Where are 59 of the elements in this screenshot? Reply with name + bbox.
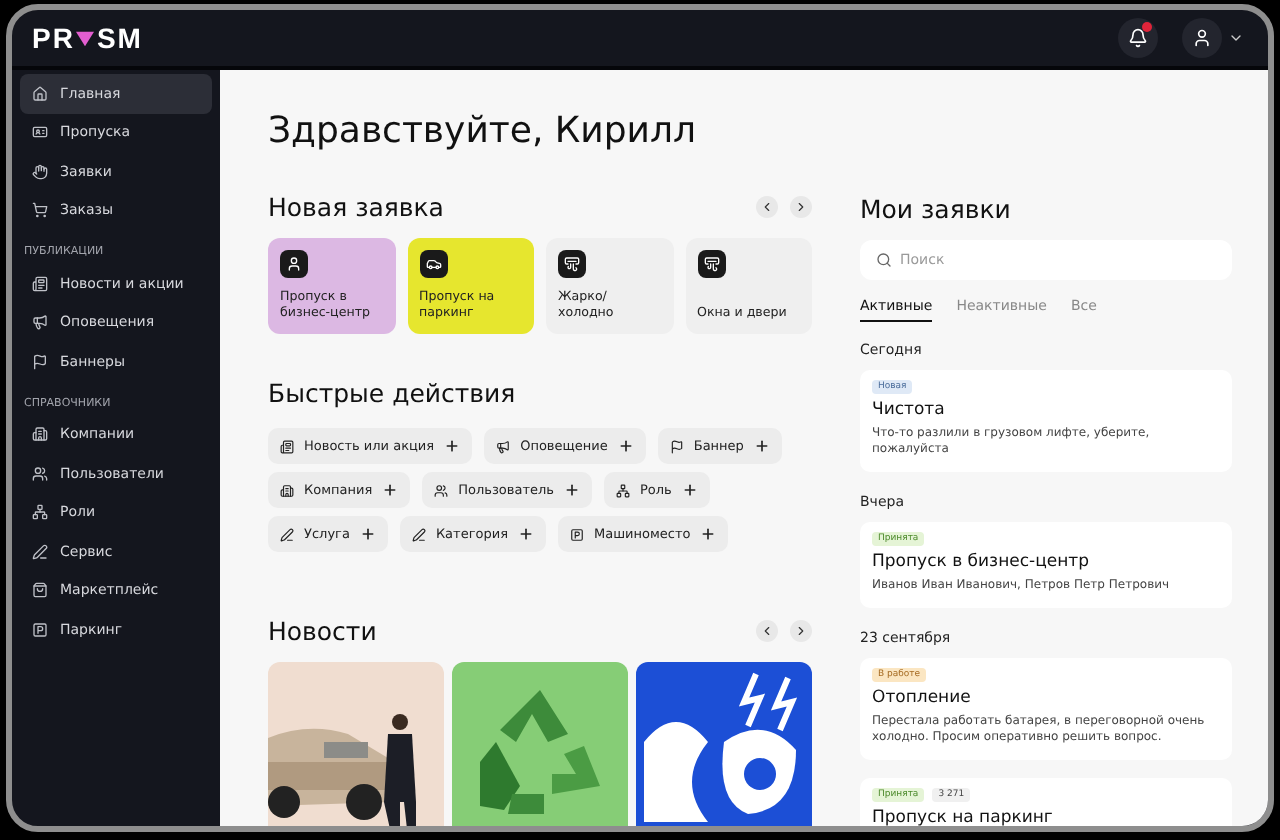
- chevron-right-icon: [794, 200, 808, 214]
- users-icon: [32, 465, 48, 482]
- plus-icon: [700, 526, 717, 542]
- request-title: Отопление: [872, 688, 973, 709]
- greeting: Здравствуйте, Кирилл: [268, 110, 699, 152]
- building-icon: [32, 426, 48, 443]
- cart-icon: [32, 202, 48, 219]
- notifications-button[interactable]: [1118, 18, 1158, 58]
- newspaper-icon: [280, 439, 294, 453]
- pen-icon: [411, 527, 426, 541]
- chevron-left-icon: [760, 624, 774, 638]
- hierarchy-icon: [32, 504, 48, 521]
- plus-icon: [753, 438, 770, 454]
- vent-icon: [703, 256, 719, 272]
- users-icon: [434, 483, 449, 497]
- plus-icon: [517, 526, 534, 542]
- request-title: Чистота: [872, 400, 947, 420]
- plus-icon: [359, 526, 376, 542]
- building-icon: [280, 483, 294, 497]
- search-icon: [876, 252, 892, 268]
- plus-icon: [382, 482, 399, 498]
- section-title: Новая заявка: [268, 192, 444, 222]
- megaphone-icon: [496, 439, 511, 453]
- flag-icon: [669, 439, 684, 453]
- request-title: Пропуск в бизнес-центр: [872, 552, 1092, 573]
- plus-icon: [617, 438, 634, 454]
- previous-button[interactable]: [756, 620, 778, 642]
- previous-button[interactable]: [756, 196, 778, 218]
- parking-icon: [569, 527, 584, 541]
- section-title: Новости: [268, 616, 377, 646]
- next-button[interactable]: [790, 620, 812, 642]
- id-card-icon: [32, 124, 48, 141]
- section-title: Быстрые действия: [268, 378, 516, 408]
- hand-icon: [32, 163, 48, 180]
- user-icon: [286, 256, 302, 272]
- car-icon: [425, 256, 441, 272]
- chevron-right-icon: [794, 624, 808, 638]
- logo: PR SM: [32, 22, 143, 54]
- user-icon: [1192, 28, 1212, 48]
- plus-icon: [564, 482, 580, 498]
- flag-icon: [32, 353, 48, 370]
- chevron-down-icon[interactable]: [1228, 30, 1244, 46]
- section-title: Мои заявки: [860, 194, 1013, 224]
- pen-icon: [32, 543, 48, 560]
- plus-icon: [444, 438, 461, 454]
- bell-icon: [1128, 28, 1148, 48]
- request-title: Пропуск на паркинг: [872, 808, 1055, 826]
- home-icon: [32, 85, 48, 102]
- bag-icon: [32, 582, 48, 599]
- next-button[interactable]: [790, 196, 812, 218]
- vent-icon: [564, 256, 580, 272]
- chevron-left-icon: [760, 200, 774, 214]
- newspaper-icon: [32, 275, 48, 292]
- plus-icon: [681, 482, 698, 498]
- profile-button[interactable]: [1182, 18, 1222, 58]
- pen-icon: [280, 527, 294, 541]
- parking-icon: [32, 621, 48, 638]
- megaphone-icon: [32, 314, 48, 331]
- hierarchy-icon: [616, 483, 630, 497]
